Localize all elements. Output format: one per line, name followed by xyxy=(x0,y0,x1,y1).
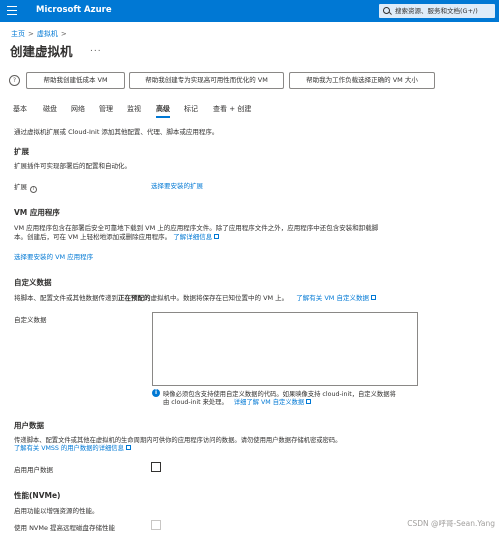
tab-networking[interactable]: 网络 xyxy=(71,104,85,114)
performance-desc: 启用功能以增强资源的性能。 xyxy=(14,507,99,515)
custom-data-label: 自定义数据 xyxy=(14,316,47,324)
feedback-icon: ? xyxy=(9,75,20,86)
help-row: ? 帮助我创建低成本 VM 帮助我创建专为实现高可用性而优化的 VM 帮助我为工… xyxy=(9,72,489,89)
tab-management[interactable]: 管理 xyxy=(99,104,113,114)
tab-advanced[interactable]: 高级 xyxy=(156,104,170,118)
external-link-icon xyxy=(214,234,220,239)
custom-data-desc: 将脚本、配置文件或其他数据传递到正在预配的虚拟机中。数据将保存在已知位置中的 V… xyxy=(14,292,376,302)
custom-data-info-link[interactable]: 详细了解 VM 自定义数据 xyxy=(234,399,304,406)
performance-heading: 性能(NVMe) xyxy=(14,491,61,500)
select-extensions-link[interactable]: 选择要安装的扩展 xyxy=(151,180,203,190)
more-options-button[interactable]: ... xyxy=(90,44,102,54)
vm-apps-heading: VM 应用程序 xyxy=(14,208,60,217)
user-data-learn-more-link[interactable]: 了解有关 VMSS 的用户数据的详细信息 xyxy=(14,445,124,452)
extensions-heading: 扩展 xyxy=(14,147,29,156)
tab-review-create[interactable]: 查看 + 创建 xyxy=(213,104,251,114)
external-link-icon xyxy=(306,399,312,404)
page-title: 创建虚拟机 xyxy=(10,44,73,59)
custom-data-learn-more-link[interactable]: 了解有关 VM 自定义数据 xyxy=(296,294,369,302)
help-vm-size-button[interactable]: 帮助我为工作负载选择正确的 VM 大小 xyxy=(289,72,435,89)
help-high-availability-button[interactable]: 帮助我创建专为实现高可用性而优化的 VM xyxy=(129,72,284,89)
tab-monitoring[interactable]: 监视 xyxy=(127,104,141,114)
extensions-desc: 扩展插件可实现部署后的配置和自动化。 xyxy=(14,162,131,170)
help-low-cost-button[interactable]: 帮助我创建低成本 VM xyxy=(26,72,125,89)
custom-data-desc-bold: 正在预配的 xyxy=(118,294,151,302)
custom-data-info-line2: 由 cloud-init 来处理。 详细了解 VM 自定义数据 xyxy=(163,397,312,406)
menu-icon[interactable] xyxy=(7,6,17,15)
custom-data-desc-pre: 将脚本、配置文件或其他数据传递到 xyxy=(14,294,118,302)
enable-user-data-checkbox[interactable] xyxy=(151,462,161,472)
user-data-learn-more: 了解有关 VMSS 的用户数据的详细信息 xyxy=(14,443,131,452)
breadcrumb-separator: > xyxy=(28,30,34,38)
vm-apps-desc-line2: 本。创建后，可在 VM 上轻松地添加或删除应用程序。 了解详细信息 xyxy=(14,231,220,241)
watermark: CSDN @呼哥-Sean.Yang xyxy=(407,519,495,528)
tab-tags[interactable]: 标记 xyxy=(184,104,198,114)
tab-basics[interactable]: 基本 xyxy=(13,104,27,114)
breadcrumb-separator: > xyxy=(60,30,67,38)
tab-disks[interactable]: 磁盘 xyxy=(43,104,57,114)
external-link-icon xyxy=(370,295,376,300)
breadcrumb: 主页 > 虚拟机 > xyxy=(11,29,70,39)
select-vm-apps-link[interactable]: 选择要安装的 VM 应用程序 xyxy=(14,251,93,261)
user-data-heading: 用户数据 xyxy=(14,421,44,430)
nvme-checkbox[interactable] xyxy=(151,520,161,530)
extensions-label-row: 扩展 i xyxy=(14,181,37,193)
breadcrumb-home[interactable]: 主页 xyxy=(11,30,25,38)
breadcrumb-vm[interactable]: 虚拟机 xyxy=(37,30,58,38)
custom-data-heading: 自定义数据 xyxy=(14,278,52,287)
search-icon xyxy=(383,7,390,14)
custom-data-info-line2-text: 由 cloud-init 来处理。 xyxy=(163,399,228,406)
vm-apps-desc-line2-text: 本。创建后，可在 VM 上轻松地添加或删除应用程序。 xyxy=(14,233,172,241)
custom-data-textarea[interactable] xyxy=(152,312,418,386)
search-input[interactable]: 搜索资源、服务和文档(G+/) xyxy=(379,4,495,18)
external-link-icon xyxy=(125,445,131,450)
search-placeholder: 搜索资源、服务和文档(G+/) xyxy=(395,7,478,15)
intro-text: 通过虚拟机扩展或 Cloud-Init 添加其他配置、代理、脚本或应用程序。 xyxy=(14,128,219,136)
custom-data-desc-post: 虚拟机中。数据将保存在已知位置中的 VM 上。 xyxy=(150,294,289,302)
brand-title[interactable]: Microsoft Azure xyxy=(36,5,112,15)
vm-apps-learn-more-link[interactable]: 了解详细信息 xyxy=(173,233,212,241)
tab-bar: 基本 磁盘 网络 管理 监视 高级 标记 查看 + 创建 xyxy=(13,104,493,118)
extensions-label: 扩展 xyxy=(14,183,27,191)
top-bar: Microsoft Azure 搜索资源、服务和文档(G+/) xyxy=(0,0,499,22)
nvme-label: 使用 NVMe 提高远程磁盘存储性能 xyxy=(14,524,116,532)
enable-user-data-label: 启用用户数据 xyxy=(14,466,53,474)
info-icon[interactable]: i xyxy=(30,186,37,193)
info-icon: i xyxy=(152,389,160,397)
